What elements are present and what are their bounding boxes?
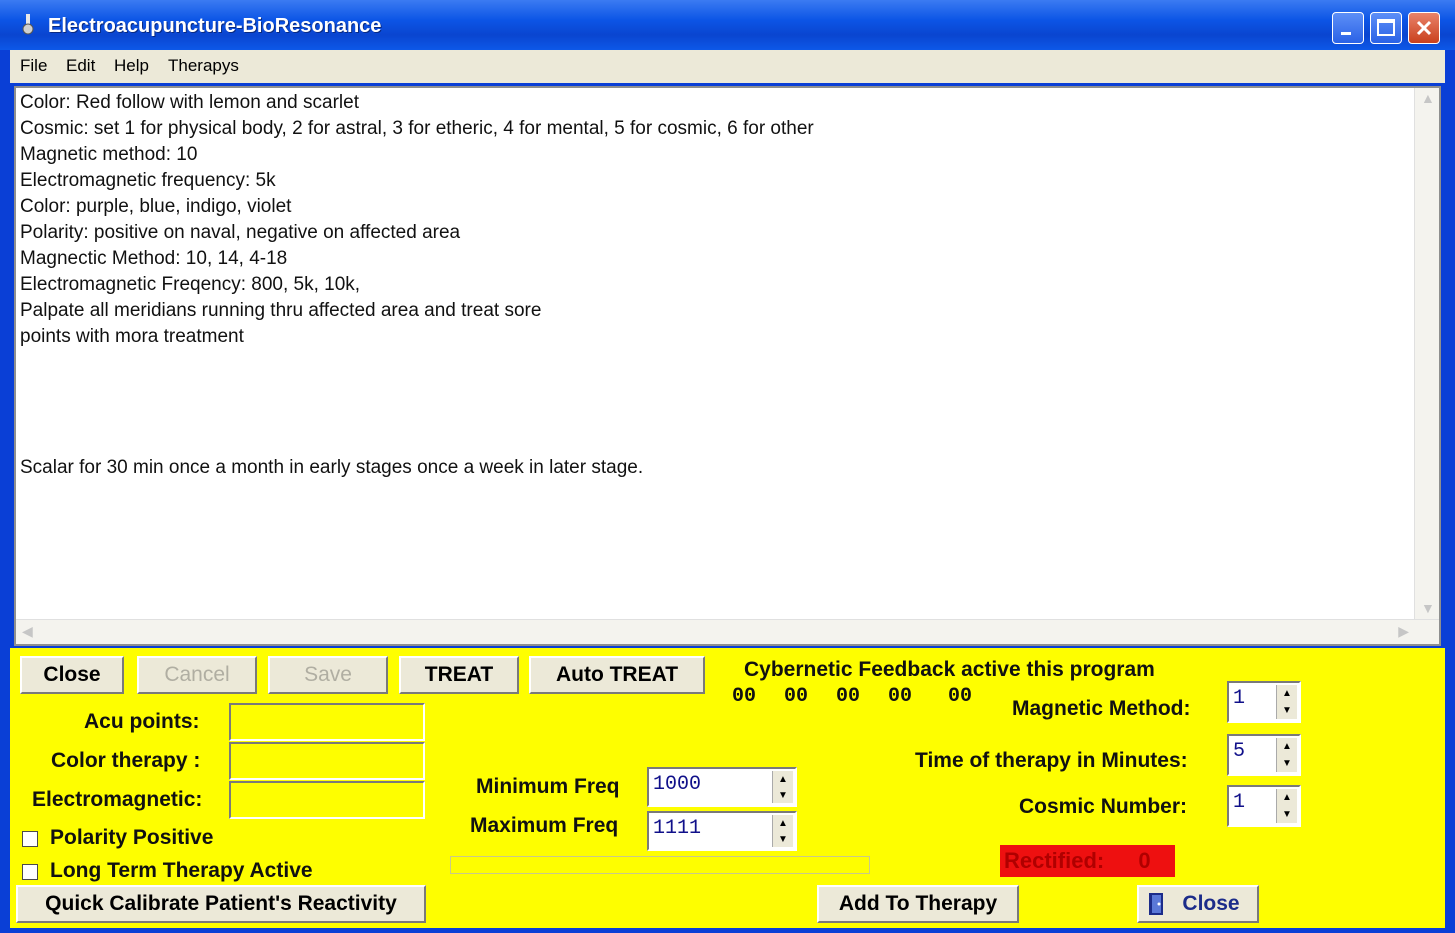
spin-down-icon[interactable]: ▼ [773,831,793,847]
app-window: Electroacupuncture-BioResonance File Edi… [0,0,1455,933]
text-line: Magnetic method: 10 [20,144,198,165]
magnetic-method-spin-buttons: ▲ ▼ [1276,685,1297,719]
rectified-value: 0 [1138,848,1151,873]
spin-down-icon[interactable]: ▼ [1277,806,1297,823]
cosmic-number-label: Cosmic Number: [1019,795,1188,818]
minimize-icon [1341,32,1351,35]
electromagnetic-label: Electromagnetic: [32,788,203,811]
color-therapy-label: Color therapy : [51,749,201,772]
time-of-therapy-stepper[interactable]: 5 ▲ ▼ [1227,734,1301,776]
counter: 00 [888,685,913,708]
scroll-up-icon[interactable]: ▲ [1421,90,1435,106]
scroll-right-icon[interactable]: ▶ [1398,623,1409,640]
spin-up-icon[interactable]: ▲ [773,815,793,831]
min-freq-value: 1000 [653,773,702,796]
close-bottom-button[interactable]: Close [1137,885,1259,923]
spin-up-icon[interactable]: ▲ [1277,685,1297,702]
electromagnetic-field[interactable] [229,781,425,819]
max-freq-label: Maximum Freq [470,814,619,837]
treatment-progress-bar [450,856,870,874]
treat-button[interactable]: TREAT [399,656,519,694]
rectified-indicator: Rectified: 0 [1000,845,1175,877]
spin-down-icon[interactable]: ▼ [1277,755,1297,772]
close-bottom-label: Close [1182,892,1240,915]
long-term-label: Long Term Therapy Active [50,859,313,882]
menu-file[interactable]: File [20,56,47,76]
auto-treat-button[interactable]: Auto TREAT [529,656,705,694]
counter: 00 [732,685,757,708]
max-freq-stepper[interactable]: 1111 ▲ ▼ [647,811,797,851]
spin-up-icon[interactable]: ▲ [1277,738,1297,755]
cybernetic-label: Cybernetic Feedback active this program [744,658,1155,681]
text-line: Polarity: positive on naval, negative on… [20,222,461,243]
scroll-down-icon[interactable]: ▼ [1421,600,1435,616]
menu-bar: File Edit Help Therapys [10,50,1445,83]
cosmic-number-value: 1 [1233,791,1246,814]
close-icon [1416,20,1432,36]
text-line: Electromagnetic frequency: 5k [20,170,276,191]
maximize-icon [1377,19,1395,36]
menu-therapys[interactable]: Therapys [168,56,239,76]
polarity-positive-checkbox[interactable] [22,831,38,847]
window-title: Electroacupuncture-BioResonance [48,15,382,37]
text-line: Cosmic: set 1 for physical body, 2 for a… [20,118,814,139]
door-icon [1149,893,1163,915]
add-to-therapy-button[interactable]: Add To Therapy [817,885,1019,923]
min-freq-stepper[interactable]: 1000 ▲ ▼ [647,767,797,807]
quick-calibrate-button[interactable]: Quick Calibrate Patient's Reactivity [16,885,426,923]
rectified-label: Rectified: [1004,848,1105,873]
save-button[interactable]: Save [268,656,388,694]
control-panel: Close Cancel Save TREAT Auto TREAT Acu p… [10,648,1445,928]
text-line: Electromagnetic Freqency: 800, 5k, 10k, [20,274,361,295]
text-line-footer: Scalar for 30 min once a month in early … [20,457,644,478]
maximize-button[interactable] [1370,12,1402,44]
time-of-therapy-spin-buttons: ▲ ▼ [1276,738,1297,772]
horizontal-scrollbar[interactable]: ◀ ▶ [16,619,1439,644]
close-button[interactable]: Close [20,656,124,694]
cancel-button[interactable]: Cancel [137,656,257,694]
close-window-button[interactable] [1408,12,1440,44]
text-line: Color: Red follow with lemon and scarlet [20,92,359,113]
spin-down-icon[interactable]: ▼ [773,787,793,803]
scroll-left-icon[interactable]: ◀ [22,623,33,640]
text-line: Color: purple, blue, indigo, violet [20,196,292,217]
spin-up-icon[interactable]: ▲ [1277,789,1297,806]
magnetic-method-value: 1 [1233,687,1246,710]
acu-points-label: Acu points: [84,710,200,733]
vertical-scrollbar[interactable]: ▲ ▼ [1414,88,1439,620]
text-line: Palpate all meridians running thru affec… [20,300,542,321]
menu-edit[interactable]: Edit [66,56,95,76]
cosmic-number-stepper[interactable]: 1 ▲ ▼ [1227,785,1301,827]
color-therapy-field[interactable] [229,742,425,780]
acu-points-field[interactable] [229,703,425,741]
magnetic-method-stepper[interactable]: 1 ▲ ▼ [1227,681,1301,723]
magnetic-method-label: Magnetic Method: [1012,697,1191,720]
spin-up-icon[interactable]: ▲ [773,771,793,787]
long-term-checkbox[interactable] [22,864,38,880]
notes-textarea[interactable]: Color: Red follow with lemon and scarlet… [14,86,1441,646]
max-freq-spin-buttons: ▲ ▼ [772,815,793,847]
min-freq-label: Minimum Freq [476,775,620,798]
max-freq-value: 1111 [653,817,702,840]
menu-help[interactable]: Help [114,56,149,76]
cosmic-number-spin-buttons: ▲ ▼ [1276,789,1297,823]
time-of-therapy-label: Time of therapy in Minutes: [915,749,1188,772]
counter: 00 [784,685,809,708]
title-bar[interactable]: Electroacupuncture-BioResonance [0,0,1455,50]
time-of-therapy-value: 5 [1233,740,1246,763]
minimize-button[interactable] [1332,12,1364,44]
counter: 00 [836,685,861,708]
spin-down-icon[interactable]: ▼ [1277,702,1297,719]
counter: 00 [948,685,973,708]
app-icon [22,14,34,35]
text-line: points with mora treatment [20,326,244,347]
min-freq-spin-buttons: ▲ ▼ [772,771,793,803]
polarity-positive-label: Polarity Positive [50,826,214,849]
text-line: Magnectic Method: 10, 14, 4-18 [20,248,288,269]
